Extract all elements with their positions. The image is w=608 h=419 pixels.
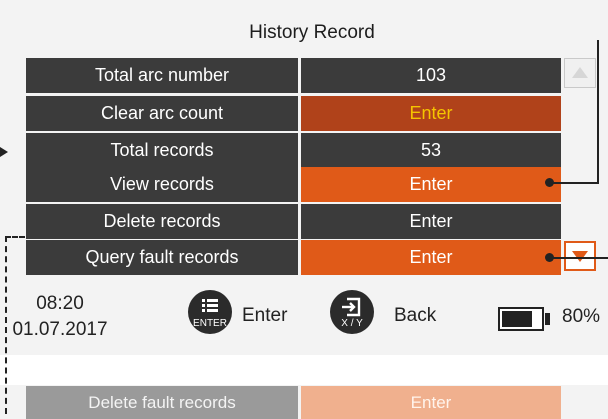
annotation-line [552,182,598,184]
row-clear-arc-count[interactable]: Clear arc count Enter [26,96,561,131]
enter-key-caption: ENTER [193,318,227,329]
clear-arc-count-enter-button[interactable]: Enter [301,96,561,131]
row-view-records[interactable]: View records Enter [26,167,561,202]
row-label: Total records [26,133,298,168]
row-label: Query fault records [26,240,298,275]
row-label: View records [26,167,298,202]
row-delete-records[interactable]: Delete records Enter [26,204,561,239]
triangle-up-icon [572,67,588,78]
query-fault-records-enter-button[interactable]: Enter [301,240,561,275]
date-text: 01.07.2017 [12,319,108,340]
row-label: Total arc number [26,58,298,93]
annotation-line [597,40,599,184]
row-value: 53 [301,133,561,168]
datetime-display: 08:20 01.07.2017 [0,291,120,343]
back-key-caption: X / Y [341,318,363,329]
annotation-dashed-line [5,236,7,414]
row-label: Delete fault records [26,386,298,419]
time-text: 08:20 [36,293,84,314]
battery-level-fill [502,311,532,327]
row-label: Clear arc count [26,96,298,131]
content-separator [0,355,608,385]
annotation-line [552,257,608,259]
row-label: Delete records [26,204,298,239]
view-records-enter-button[interactable]: Enter [301,167,561,202]
back-key-label: Back [394,305,437,326]
enter-key-label: Enter [242,305,288,326]
enter-key-button[interactable]: ENTER [188,290,232,334]
row-value: Enter [301,386,561,419]
scroll-up-button[interactable] [564,58,596,88]
delete-records-enter-button[interactable]: Enter [301,204,561,239]
annotation-arrow [0,147,8,157]
battery-percent: 80% [562,306,601,327]
scroll-down-button[interactable] [564,241,596,271]
row-total-records: Total records 53 [26,133,561,168]
back-key-button[interactable]: X / Y [330,290,374,334]
row-total-arc-number: Total arc number 103 [26,58,561,93]
history-record-screen: History Record Total arc number 103 Clea… [0,0,608,419]
row-value: 103 [301,58,561,93]
row-delete-fault-records: Delete fault records Enter [26,386,561,419]
battery-terminal [545,313,550,325]
annotation-dashed-line [5,236,25,238]
battery-icon [498,307,544,331]
page-title: History Record [249,22,375,43]
row-query-fault-records[interactable]: Query fault records Enter [26,240,561,275]
